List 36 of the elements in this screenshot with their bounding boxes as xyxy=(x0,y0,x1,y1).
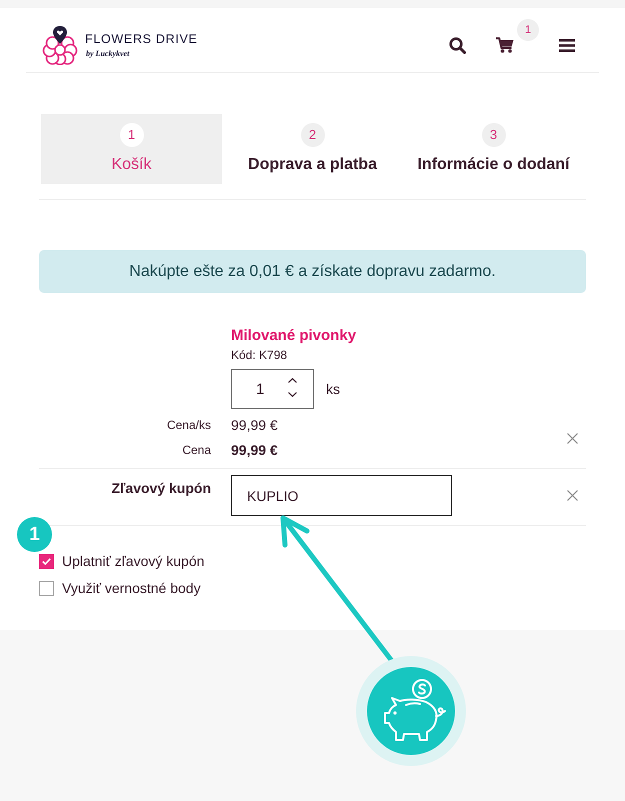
quantity-unit: ks xyxy=(326,380,340,398)
coupon-field[interactable]: KUPLIO xyxy=(231,475,452,516)
step-number: 1 xyxy=(120,123,144,147)
logo-icon xyxy=(40,25,80,65)
menu-icon[interactable] xyxy=(559,38,575,52)
logo-tagline: by Luckykvet xyxy=(86,48,130,58)
price: 99,99 € xyxy=(231,441,278,460)
search-icon[interactable] xyxy=(449,36,466,54)
chevron-down-icon[interactable] xyxy=(288,392,297,397)
close-icon[interactable] xyxy=(566,432,578,444)
step-label: Košík xyxy=(111,155,152,175)
product-code: Kód: K798 xyxy=(231,347,288,363)
unit-price: 99,99 € xyxy=(231,416,278,435)
annotation-badge: 1 xyxy=(17,517,52,552)
logo-wordmark: FLOWERS DRIVE xyxy=(85,32,198,46)
coupon-label: Zľavový kupón xyxy=(111,479,211,497)
step-number: 3 xyxy=(482,123,506,147)
close-icon[interactable] xyxy=(566,490,578,501)
cart-icon[interactable] xyxy=(496,37,514,53)
step-label: Informácie o dodaní xyxy=(417,155,570,175)
unit-price-label: Cena/ks xyxy=(166,417,211,434)
checkbox[interactable] xyxy=(39,581,54,596)
quantity-field[interactable]: 1 xyxy=(231,369,314,409)
product-name[interactable]: Milované pivonky xyxy=(231,327,356,345)
cart-count-badge: 1 xyxy=(517,19,539,41)
step-number: 2 xyxy=(300,123,324,147)
piggy-bank-icon xyxy=(356,656,466,766)
step-tab[interactable]: 1 Košík xyxy=(41,114,222,184)
check-icon xyxy=(42,558,51,565)
free-shipping-notice: Nakúpte ešte za 0,01 € a získate dopravu zadarmo. xyxy=(39,250,586,293)
checkbox-label[interactable]: Uplatniť zľavový kupón xyxy=(62,551,204,572)
chevron-up-icon[interactable] xyxy=(288,378,297,383)
step-label: Doprava a platba xyxy=(248,155,377,175)
checkbox-label[interactable]: Využiť vernostné body xyxy=(62,578,201,599)
price-label: Cena xyxy=(182,442,211,459)
checkbox[interactable] xyxy=(39,554,54,569)
